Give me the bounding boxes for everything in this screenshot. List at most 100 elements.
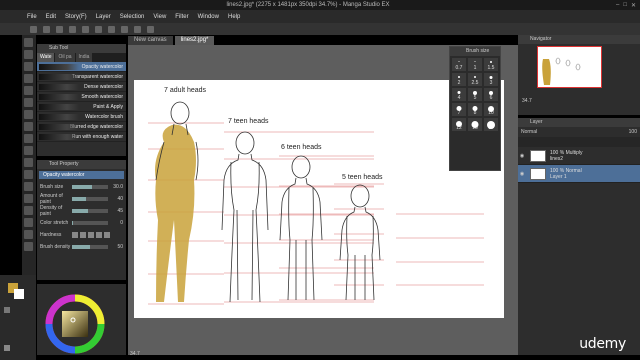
layer-row[interactable]: ◉ 100 % Normal Layer 1 [518,165,640,183]
decoration-tool-icon[interactable] [24,146,33,155]
brush-size-option[interactable]: 2.5 [468,73,482,86]
blend-mode-select[interactable]: Normal [521,129,629,135]
brush-size-option[interactable]: 12 [452,118,466,131]
redo-icon[interactable] [82,25,89,33]
tab-new-canvas[interactable]: New canvas [128,36,173,45]
save-icon[interactable] [56,25,63,33]
brush-item[interactable]: Opacity watercolor [37,62,126,72]
pencil-tool-icon[interactable] [24,110,33,119]
command-bar [0,23,640,35]
zoom-tool-icon[interactable] [24,38,33,47]
maximize-icon[interactable]: □ [623,2,627,9]
brush-size-option[interactable]: 10 [484,103,498,116]
brush-size-option[interactable]: 7 [452,103,466,116]
eyedropper-tool-icon[interactable] [24,86,33,95]
new-icon[interactable] [30,25,37,33]
brush-size-option[interactable]: 17 [484,118,498,131]
lasso-tool-icon[interactable] [24,74,33,83]
color-stretch-row[interactable]: Color stretch 0 [37,217,126,229]
brush-size-option[interactable]: 3 [484,73,498,86]
menu-layer[interactable]: Layer [96,14,111,20]
brush-tool-icon[interactable] [24,122,33,131]
brush-size-option[interactable]: 8 [468,103,482,116]
pen-tool-icon[interactable] [24,98,33,107]
brush-item[interactable]: Blurred edge watercolor [37,122,126,132]
document-tabs: New canvas lines2.jpg* [128,36,518,45]
menu-file[interactable]: File [27,14,37,20]
swap-color-icon[interactable] [4,345,10,351]
brush-item[interactable]: Run with enough water [37,132,126,142]
navigator-thumbnail[interactable] [537,46,602,88]
transparent-color-icon[interactable] [4,307,10,313]
brush-size-option[interactable]: 5 [468,88,482,101]
tab-lines2[interactable]: lines2.jpg* [174,36,215,45]
cut-icon[interactable] [95,25,102,33]
paste-icon[interactable] [121,25,128,33]
brush-size-option[interactable]: 6 [484,88,498,101]
menu-edit[interactable]: Edit [46,14,56,20]
density-of-paint-row[interactable]: Density of paint 45 [37,205,126,217]
brush-item[interactable]: Paint & Apply [37,102,126,112]
gradient-tool-icon[interactable] [24,194,33,203]
color-picker-square[interactable] [62,311,88,337]
text-tool-icon[interactable] [24,218,33,227]
tab-oil-paint[interactable]: Oil pa [55,53,75,62]
figure-tool-icon[interactable] [24,206,33,215]
adult-figure [155,101,199,302]
tab-watercolor[interactable]: Wate [37,53,55,62]
title-bar: lines2.jpg* (2275 x 1481px 350dpi 34.7%)… [0,0,640,10]
layer-row[interactable]: ◉ 100 % Multiply lines2 [518,147,640,165]
menu-filter[interactable]: Filter [175,14,188,20]
close-icon[interactable]: ✕ [631,2,636,9]
amount-of-paint-row[interactable]: Amount of paint 40 [37,193,126,205]
eye-icon[interactable]: ◉ [518,171,526,177]
menu-story[interactable]: Story(F) [65,14,87,20]
copy-icon[interactable] [108,25,115,33]
layer-thumbnail [530,149,546,162]
airbrush-tool-icon[interactable] [24,134,33,143]
move-tool-icon[interactable] [24,50,33,59]
color-wheel-panel [37,284,126,355]
brush-item[interactable]: Smooth watercolor [37,92,126,102]
eraser-tool-icon[interactable] [24,158,33,167]
brush-size-option[interactable]: 1 [468,58,482,71]
fill-tool-icon[interactable] [24,182,33,191]
brush-size-row[interactable]: Brush size 30.0 [37,181,126,193]
brush-item[interactable]: Watercolor brush [37,112,126,122]
eye-icon[interactable]: ◉ [518,153,526,159]
subtool-title: Sub Tool [37,44,126,53]
layer-title: Layer [518,118,640,127]
sub-color-swatch[interactable] [14,289,24,299]
brush-size-option[interactable]: 2 [452,73,466,86]
label-7-adult-heads: 7 adult heads [164,87,207,94]
undo-icon[interactable] [69,25,76,33]
brush-size-option[interactable]: 0.7 [452,58,466,71]
color-swatch-area [0,275,36,360]
brush-size-option[interactable]: 1.5 [484,58,498,71]
brush-density-row[interactable]: Brush density 50 [37,241,126,253]
help-icon[interactable] [147,25,154,33]
open-icon[interactable] [43,25,50,33]
navigator-zoom[interactable]: 34.7 [522,98,532,104]
tab-india-ink[interactable]: India [75,53,93,62]
brush-size-option[interactable]: 4 [452,88,466,101]
layer-panel: Layer Normal 100 ◉ 100 % Multiply lines2 … [518,118,640,355]
label-6-teen-heads: 6 teen heads [281,144,322,151]
select-tool-icon[interactable] [24,62,33,71]
menu-view[interactable]: View [153,14,166,20]
blend-tool-icon[interactable] [24,170,33,179]
brush-size-option[interactable]: 15 [468,118,482,131]
balloon-tool-icon[interactable] [24,242,33,251]
minimize-icon[interactable]: – [616,2,619,9]
menu-bar: File Edit Story(F) Layer Selection View … [0,10,640,23]
hardness-row[interactable]: Hardness [37,229,126,241]
ruler-tool-icon[interactable] [24,230,33,239]
transform-icon[interactable] [134,25,141,33]
teen-figure-5 [339,184,381,301]
layer-opacity[interactable]: 100 [629,129,637,135]
brush-item[interactable]: Transparent watercolor [37,72,126,82]
menu-window[interactable]: Window [198,14,219,20]
brush-item[interactable]: Dense watercolor [37,82,126,92]
menu-selection[interactable]: Selection [120,14,145,20]
menu-help[interactable]: Help [228,14,240,20]
